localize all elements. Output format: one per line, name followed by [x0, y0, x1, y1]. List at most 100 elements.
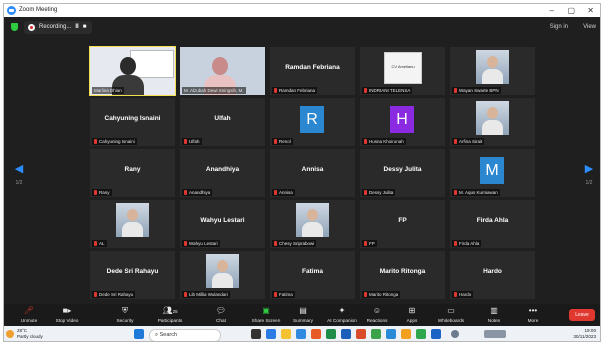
participant-tile[interactable]: Annisa Annisa [270, 149, 355, 197]
zoom-app-icon[interactable] [266, 329, 276, 339]
search-label: Search [159, 332, 178, 338]
notes-label: Notes [487, 318, 501, 323]
weather-widget[interactable]: 28°C Partly cloudy [17, 328, 43, 340]
whatsapp-icon[interactable] [416, 329, 426, 339]
participant-display-name: Anandhiya [205, 166, 240, 173]
company-logo-avatar: CV Amelianu [384, 52, 422, 84]
leave-button[interactable]: Leave [569, 309, 595, 321]
participant-tile[interactable]: Ramdan Febriana Ramdan Febriana [270, 47, 355, 95]
clock-date: 30/11/2023 [573, 334, 596, 339]
view-button[interactable]: View [583, 24, 596, 30]
recording-indicator: Recording... II ■ [24, 21, 93, 34]
participant-initial-avatar: R [300, 106, 324, 133]
participant-photo [206, 254, 239, 288]
participant-name-label: Cahyuning Isnaini [92, 138, 137, 145]
participant-tile[interactable]: M. Alzubah Dewi Sningsih, M. [180, 47, 265, 95]
security-button[interactable]: ⛨ Security [100, 306, 150, 323]
participant-tile[interactable]: Wayan Swarte BPN [450, 47, 535, 95]
file-explorer-icon[interactable] [281, 329, 291, 339]
more-button[interactable]: ••• More [508, 306, 558, 323]
network-volume-battery-icon[interactable] [484, 330, 506, 338]
participant-name-label: Husna Khoirunah [362, 138, 406, 145]
stop-video-button[interactable]: ■▸ Stop Video [42, 306, 92, 323]
participant-tile[interactable]: Marlina Dhian [89, 46, 176, 96]
participant-tile[interactable]: Rany Rany [90, 149, 175, 197]
participants-button[interactable]: 👥︎25 Participants [145, 306, 195, 323]
shield-icon[interactable] [11, 23, 18, 31]
participant-display-name: Dessy Julita [383, 166, 422, 173]
logo-text: CV Amelianu [391, 64, 415, 69]
participant-tile[interactable]: Fatima Fatima [270, 251, 355, 299]
chat-button[interactable]: 💬︎ Chat [196, 306, 246, 323]
next-page-arrow-icon[interactable]: ▶ [582, 162, 596, 175]
participant-tile[interactable]: R Renol [270, 98, 355, 146]
participant-name-label: AL [92, 240, 107, 247]
ellipsis-icon: ••• [528, 306, 538, 315]
participant-name-label: Dessy Julita [362, 189, 396, 196]
participant-tile[interactable]: Firda Ahla Firda Ahla [450, 200, 535, 248]
participant-display-name: Annisa [301, 166, 324, 173]
edge-icon[interactable] [386, 329, 396, 339]
browser-icon[interactable] [431, 329, 441, 339]
stop-recording-button[interactable]: ■ [83, 21, 87, 34]
participant-tile[interactable]: M M. Aqus Kurniawan [450, 149, 535, 197]
participant-tile[interactable]: Hardo Hardo [450, 251, 535, 299]
participant-tile[interactable]: Wahyu Lestari Wahyu Lestari [180, 200, 265, 248]
participant-name: Marito Ritonga [369, 292, 399, 297]
chrome-icon[interactable] [371, 329, 381, 339]
minimize-button[interactable]: – [550, 5, 554, 16]
taskbar-search[interactable]: ⌕ Search [149, 329, 221, 341]
powerpoint-icon[interactable] [356, 329, 366, 339]
sign-in-link[interactable]: Sign in [550, 24, 568, 30]
participant-name: M. Aqus Kurniawan [459, 190, 498, 195]
person-head-icon [120, 57, 136, 75]
pause-recording-button[interactable]: II [75, 21, 78, 34]
participant-tile[interactable]: AL [90, 200, 175, 248]
microphone-muted-icon [94, 292, 97, 297]
participant-tile[interactable]: H Husna Khoirunah [360, 98, 445, 146]
participant-tile[interactable]: Anandhiya Anandhiya [180, 149, 265, 197]
participant-photo [476, 50, 509, 84]
participant-tile[interactable]: Lib Millia Wulandari [180, 251, 265, 299]
task-view-icon[interactable] [251, 329, 261, 339]
participant-tile[interactable]: Chesy Sriprabowi [270, 200, 355, 248]
participant-tile[interactable]: Marito Ritonga Marito Ritonga [360, 251, 445, 299]
weather-description: Partly cloudy [17, 334, 43, 339]
close-button[interactable]: ✕ [587, 5, 594, 16]
microphone-muted-icon [274, 190, 277, 195]
participant-display-name: Dede Sri Rahayu [106, 268, 159, 275]
participant-photo [476, 101, 509, 135]
participant-name: Renol [279, 139, 291, 144]
office-icon[interactable] [311, 329, 321, 339]
microphone-muted-icon [94, 139, 97, 144]
participant-tile[interactable]: Dessy Julita Dessy Julita [360, 149, 445, 197]
participant-name: Firda Ahla [459, 241, 480, 246]
participant-tile[interactable]: Arfina Sirait [450, 98, 535, 146]
microphone-muted-icon [184, 139, 187, 144]
participant-name: Cahyuning Isnaini [99, 139, 135, 144]
stop-video-label: Stop Video [55, 318, 79, 323]
participant-tile[interactable]: CV Amelianu INDRIANI TELENSA [360, 47, 445, 95]
microphone-muted-icon [274, 139, 277, 144]
participant-tile[interactable]: Ulfah Ulfah [180, 98, 265, 146]
store-icon[interactable] [296, 329, 306, 339]
microphone-muted-icon [94, 241, 97, 246]
person-body-icon [122, 222, 143, 237]
person-body-icon [212, 273, 233, 288]
person-body-icon [482, 69, 503, 84]
firefox-icon[interactable] [401, 329, 411, 339]
previous-page-arrow-icon[interactable]: ◀ [12, 162, 26, 175]
system-tray-icon[interactable] [451, 330, 459, 338]
microphone-muted-icon [94, 190, 97, 195]
participant-name: Ramdan Febriana [279, 88, 316, 93]
maximize-button[interactable]: ▢ [567, 5, 575, 16]
excel-icon[interactable] [326, 329, 336, 339]
participant-display-name: Fatima [302, 268, 323, 275]
word-icon[interactable] [341, 329, 351, 339]
taskbar-clock[interactable]: 19:00 30/11/2023 [573, 328, 596, 340]
participant-tile[interactable]: Cahyuning Isnaini Cahyuning Isnaini [90, 98, 175, 146]
participant-tile[interactable]: FP FP [360, 200, 445, 248]
participant-tile[interactable]: Dede Sri Rahayu Dede Sri Rahayu [90, 251, 175, 299]
start-windows-icon[interactable] [134, 329, 144, 339]
unmute-label: Unmute [20, 318, 38, 323]
